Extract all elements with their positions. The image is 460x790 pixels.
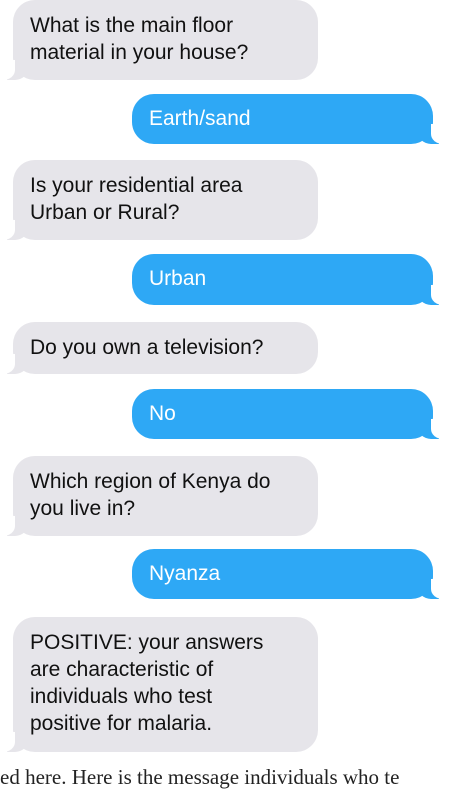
- message-bubble-outgoing: Nyanza: [132, 549, 445, 599]
- message-text: Do you own a television?: [30, 336, 264, 359]
- bubble-tail: [1, 220, 29, 240]
- bubble-tail: [417, 419, 445, 439]
- message-bubble-outgoing: Earth/sand: [132, 94, 445, 144]
- message-text: POSITIVE: your answers are characteristi…: [30, 631, 264, 735]
- bubble-tail: [417, 579, 445, 599]
- message-bubble-incoming: What is the main floor material in your …: [1, 0, 318, 80]
- message-text: Earth/sand: [149, 107, 251, 130]
- message-bubble-outgoing: No: [132, 389, 445, 439]
- message-bubble-incoming: Do you own a television?: [1, 322, 318, 374]
- bubble-tail: [1, 354, 29, 374]
- figure-caption: ed here. Here is the message individuals…: [0, 765, 400, 789]
- bubble-tail: [1, 516, 29, 536]
- message-bubble-incoming: POSITIVE: your answers are characteristi…: [1, 617, 318, 752]
- message-text: Urban: [149, 267, 207, 290]
- message-bubble-incoming: Is your residential area Urban or Rural?: [1, 160, 318, 240]
- bubble-tail: [1, 732, 29, 752]
- bubble-tail: [417, 124, 445, 144]
- message-text: Is your residential area Urban or Rural?: [30, 174, 243, 224]
- message-bubble-outgoing: Urban: [132, 254, 445, 305]
- message-text: What is the main floor material in your …: [30, 14, 249, 64]
- message-bubble-incoming: Which region of Kenya do you live in?: [1, 456, 318, 536]
- message-text: Nyanza: [149, 562, 221, 585]
- message-text: Which region of Kenya do you live in?: [30, 470, 271, 520]
- message-text: No: [149, 402, 176, 425]
- bubble-tail: [1, 60, 29, 80]
- bubble-tail: [417, 285, 445, 305]
